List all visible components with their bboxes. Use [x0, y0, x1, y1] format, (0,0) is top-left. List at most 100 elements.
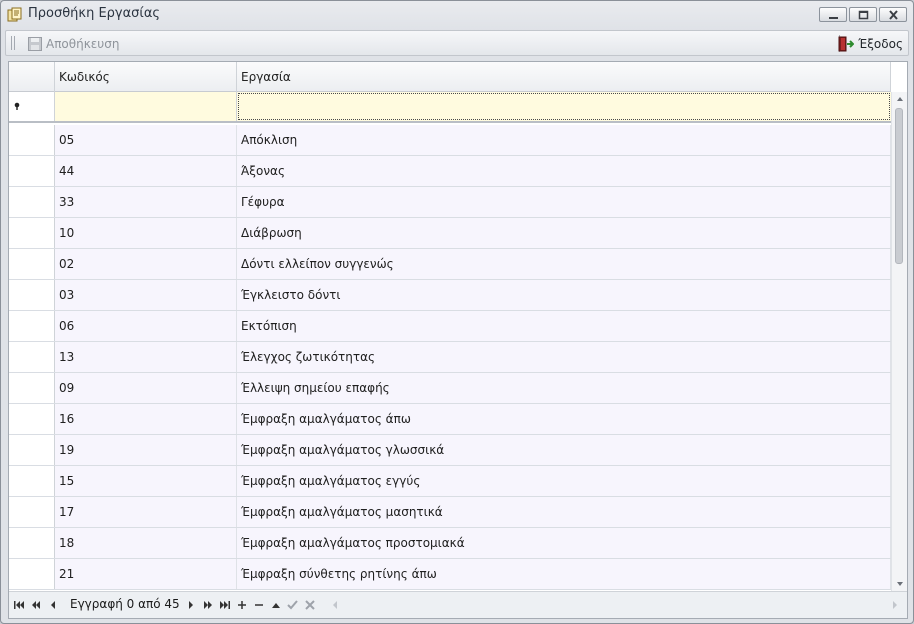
- cell-task[interactable]: Έμφραξη αμαλγάματος γλωσσικά: [237, 435, 891, 465]
- last-record-icon[interactable]: [217, 597, 233, 613]
- row-indicator[interactable]: [9, 218, 55, 248]
- previous-page-icon[interactable]: [28, 597, 44, 613]
- new-item-row[interactable]: [9, 92, 891, 123]
- scroll-up-icon[interactable]: [892, 92, 908, 106]
- row-indicator[interactable]: [9, 156, 55, 186]
- cell-code[interactable]: 18: [55, 528, 237, 558]
- cell-code[interactable]: 19: [55, 435, 237, 465]
- cell-task[interactable]: Έλεγχος ζωτικότητας: [237, 342, 891, 372]
- cell-task[interactable]: Έμφραξη σύνθετης ρητίνης άπω: [237, 559, 891, 589]
- cell-task[interactable]: Εκτόπιση: [237, 311, 891, 341]
- table-row[interactable]: 13 Έλεγχος ζωτικότητας: [9, 342, 891, 373]
- exit-label: Έξοδος: [858, 37, 903, 51]
- table-row[interactable]: 17 Έμφραξη αμαλγάματος μασητικά: [9, 497, 891, 528]
- table-row[interactable]: 16 Έμφραξη αμαλγάματος άπω: [9, 404, 891, 435]
- cell-task[interactable]: Διάβρωση: [237, 218, 891, 248]
- table-row[interactable]: 03 Έγκλειστο δόντι: [9, 280, 891, 311]
- table-row[interactable]: 06 Εκτόπιση: [9, 311, 891, 342]
- row-indicator[interactable]: [9, 497, 55, 527]
- exit-button[interactable]: Έξοδος: [838, 35, 903, 53]
- cell-task[interactable]: Έμφραξη αμαλγάματος μασητικά: [237, 497, 891, 527]
- table-row[interactable]: 02 Δόντι ελλείπον συγγενώς: [9, 249, 891, 280]
- cell-code[interactable]: 15: [55, 466, 237, 496]
- cell-code[interactable]: 05: [55, 125, 237, 155]
- close-icon: [889, 10, 898, 20]
- maximize-button[interactable]: [849, 7, 877, 22]
- edit-record-icon[interactable]: [268, 597, 284, 613]
- row-indicator[interactable]: [9, 466, 55, 496]
- cell-code[interactable]: 09: [55, 373, 237, 403]
- pin-icon: [14, 102, 20, 110]
- row-indicator[interactable]: [9, 280, 55, 310]
- cell-task[interactable]: Έγκλειστο δόντι: [237, 280, 891, 310]
- minimize-button[interactable]: [819, 7, 847, 22]
- cell-task[interactable]: Έλλειψη σημείου επαφής: [237, 373, 891, 403]
- table-row[interactable]: 09 Έλλειψη σημείου επαφής: [9, 373, 891, 404]
- row-indicator[interactable]: [9, 342, 55, 372]
- cell-code[interactable]: 17: [55, 497, 237, 527]
- grid-header: Κωδικός Εργασία: [9, 62, 891, 92]
- new-row-task-input[interactable]: [237, 92, 891, 121]
- row-indicator[interactable]: [9, 528, 55, 558]
- cell-code[interactable]: 13: [55, 342, 237, 372]
- remove-record-icon[interactable]: [251, 597, 267, 613]
- cell-task[interactable]: Απόκλιση: [237, 125, 891, 155]
- row-indicator[interactable]: [9, 559, 55, 589]
- table-row[interactable]: 10 Διάβρωση: [9, 218, 891, 249]
- row-indicator[interactable]: [9, 311, 55, 341]
- close-button[interactable]: [879, 7, 907, 22]
- table-row[interactable]: 05 Απόκλιση: [9, 125, 891, 156]
- cancel-edit-icon[interactable]: [302, 597, 318, 613]
- cell-code[interactable]: 44: [55, 156, 237, 186]
- previous-record-icon[interactable]: [45, 597, 61, 613]
- first-record-icon[interactable]: [11, 597, 27, 613]
- data-navigator: Εγγραφή 0 από 45: [9, 591, 907, 618]
- save-button[interactable]: Αποθήκευση: [28, 35, 119, 53]
- toolbar-grip[interactable]: [11, 36, 16, 50]
- column-header-code[interactable]: Κωδικός: [55, 62, 237, 92]
- append-record-icon[interactable]: [234, 597, 250, 613]
- grid-rows: 05 Απόκλιση 44 Άξονας 33 Γέφυρα 10 Διάβρωση 02 Δό…: [9, 125, 891, 591]
- table-row[interactable]: 15 Έμφραξη αμαλγάματος εγγύς: [9, 466, 891, 497]
- row-indicator[interactable]: [9, 187, 55, 217]
- save-label: Αποθήκευση: [46, 37, 120, 51]
- cell-code[interactable]: 33: [55, 187, 237, 217]
- table-row[interactable]: 18 Έμφραξη αμαλγάματος προστομιακά: [9, 528, 891, 559]
- cell-code[interactable]: 06: [55, 311, 237, 341]
- cell-code[interactable]: 21: [55, 559, 237, 589]
- horizontal-scrollbar[interactable]: [327, 597, 903, 613]
- column-header-task[interactable]: Εργασία: [237, 62, 891, 92]
- cell-task[interactable]: Έμφραξη αμαλγάματος προστομιακά: [237, 528, 891, 558]
- row-indicator[interactable]: [9, 435, 55, 465]
- table-row[interactable]: 19 Έμφραξη αμαλγάματος γλωσσικά: [9, 435, 891, 466]
- table-row[interactable]: 44 Άξονας: [9, 156, 891, 187]
- end-edit-check-icon[interactable]: [285, 597, 301, 613]
- cell-code[interactable]: 10: [55, 218, 237, 248]
- window-title: Προσθήκη Εργασίας: [28, 6, 161, 21]
- tasks-grid[interactable]: Κωδικός Εργασία 05 Απόκλιση 44 Άξονας 33 Γέφυ…: [8, 61, 908, 619]
- row-indicator[interactable]: [9, 404, 55, 434]
- cell-code[interactable]: 03: [55, 280, 237, 310]
- next-record-icon[interactable]: [183, 597, 199, 613]
- vertical-scrollbar[interactable]: [891, 92, 907, 591]
- new-row-indicator: [9, 92, 55, 121]
- table-row[interactable]: 33 Γέφυρα: [9, 187, 891, 218]
- header-indicator-cell[interactable]: [9, 62, 55, 92]
- scrollbar-thumb[interactable]: [895, 108, 903, 264]
- row-indicator[interactable]: [9, 249, 55, 279]
- table-row[interactable]: 21 Έμφραξη σύνθετης ρητίνης άπω: [9, 559, 891, 590]
- cell-code[interactable]: 16: [55, 404, 237, 434]
- cell-task[interactable]: Γέφυρα: [237, 187, 891, 217]
- new-row-code-input[interactable]: [55, 92, 237, 121]
- scroll-down-icon[interactable]: [892, 577, 908, 591]
- maximize-icon: [858, 10, 869, 20]
- next-page-icon[interactable]: [200, 597, 216, 613]
- cell-task[interactable]: Δόντι ελλείπον συγγενώς: [237, 249, 891, 279]
- cell-task[interactable]: Έμφραξη αμαλγάματος εγγύς: [237, 466, 891, 496]
- row-indicator[interactable]: [9, 125, 55, 155]
- cell-task[interactable]: Έμφραξη αμαλγάματος άπω: [237, 404, 891, 434]
- cell-task[interactable]: Άξονας: [237, 156, 891, 186]
- row-indicator[interactable]: [9, 373, 55, 403]
- cell-code[interactable]: 02: [55, 249, 237, 279]
- toolbar: Αποθήκευση Έξοδος: [5, 30, 909, 56]
